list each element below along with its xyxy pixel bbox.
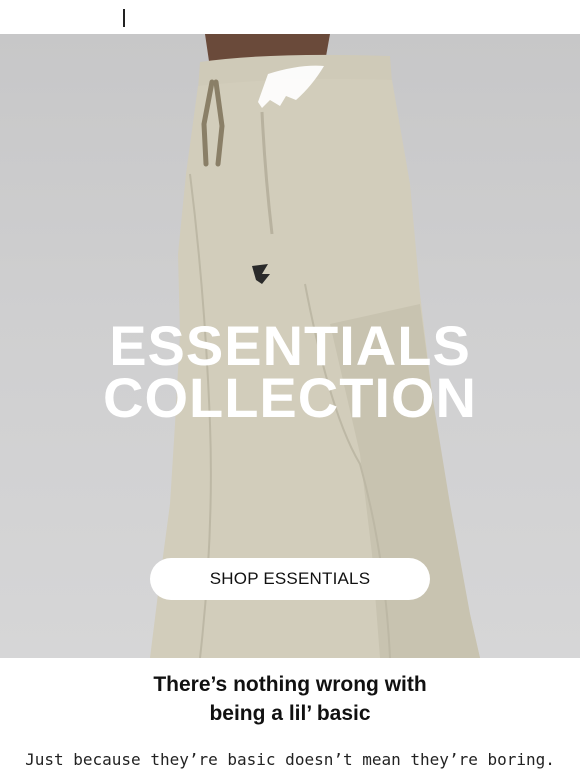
hero-title-line1: ESSENTIALS [109,314,471,377]
text-cursor [123,9,125,27]
headline-line2: being a lil’ basic [209,702,371,725]
hero-banner[interactable]: ESSENTIALS COLLECTION SHOP ESSENTIALS [0,34,580,658]
section-headline: There’s nothing wrong with being a lil’ … [0,670,580,728]
hero-title: ESSENTIALS COLLECTION [0,314,580,429]
body-paragraph: Just because they’re basic doesn’t mean … [25,750,555,769]
shop-essentials-button[interactable]: SHOP ESSENTIALS [150,558,430,600]
hero-title-line2: COLLECTION [103,366,477,429]
top-bar [0,0,580,34]
headline-line1: There’s nothing wrong with [153,673,427,696]
